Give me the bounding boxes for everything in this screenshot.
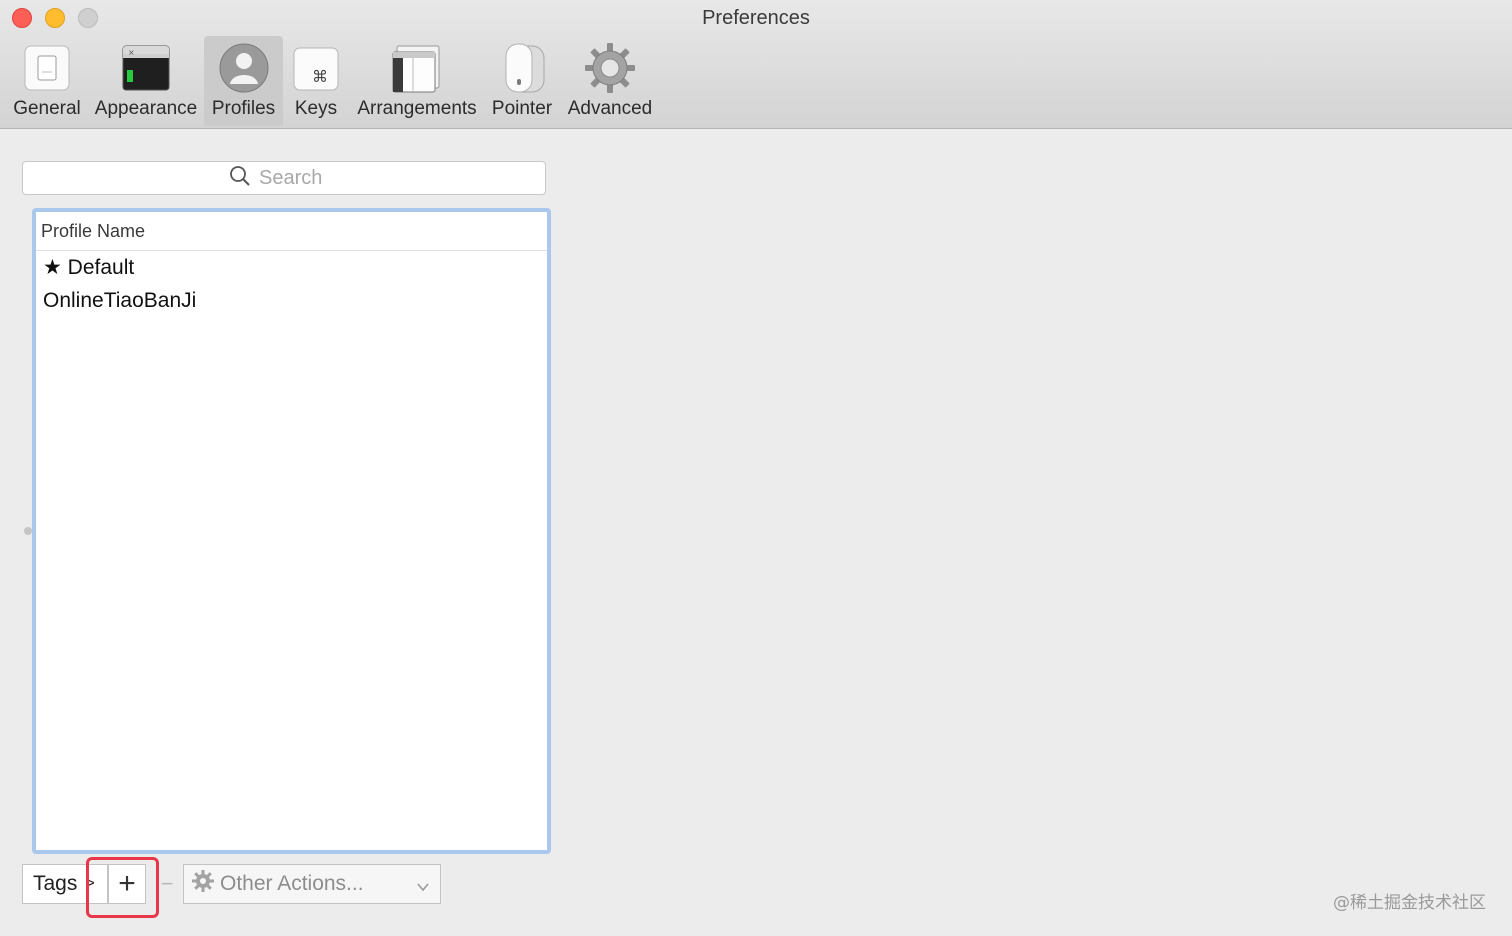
- toolbar-advanced-label: Advanced: [567, 98, 653, 119]
- column-header-profile-name[interactable]: Profile Name: [36, 212, 547, 251]
- titlebar-toolbar: Preferences General × Appearance Profile…: [0, 0, 1512, 129]
- pointer-icon: [496, 42, 548, 94]
- toolbar-appearance[interactable]: × Appearance: [92, 36, 200, 126]
- split-view-handle[interactable]: [24, 527, 32, 535]
- general-icon: [21, 42, 73, 94]
- other-actions-label: Other Actions...: [220, 872, 364, 895]
- profiles-icon: [218, 42, 270, 94]
- profile-search-field[interactable]: [22, 161, 546, 195]
- svg-text:⌘: ⌘: [312, 67, 328, 86]
- toolbar-keys-label: Keys: [294, 98, 338, 119]
- search-icon: [229, 165, 251, 192]
- toolbar-pointer[interactable]: Pointer: [487, 36, 557, 126]
- toolbar-pointer-label: Pointer: [491, 98, 553, 119]
- toolbar-profiles[interactable]: Profiles: [204, 36, 283, 126]
- profile-row-onlinetiaobanji[interactable]: OnlineTiaoBanJi: [36, 284, 547, 317]
- watermark: @稀土掘金技术社区: [1333, 893, 1486, 913]
- toolbar-profiles-label: Profiles: [211, 98, 276, 119]
- window-title: Preferences: [702, 7, 810, 29]
- tags-label: Tags: [33, 872, 78, 895]
- arrangements-icon: [391, 42, 443, 94]
- gear-icon: [192, 870, 214, 898]
- other-actions-dropdown[interactable]: Other Actions...: [183, 864, 441, 904]
- toolbar-arrangements[interactable]: Arrangements: [352, 36, 482, 126]
- toolbar-arrangements-label: Arrangements: [357, 98, 477, 119]
- tags-chevron-icon: >: [85, 875, 95, 892]
- search-input[interactable]: [259, 166, 339, 190]
- keys-icon: ⌘: [290, 42, 342, 94]
- add-profile-button[interactable]: +: [108, 864, 146, 904]
- toolbar-advanced[interactable]: Advanced: [562, 36, 658, 126]
- svg-text:×: ×: [128, 48, 135, 57]
- toolbar-keys[interactable]: ⌘ Keys: [287, 36, 345, 126]
- chevron-down-icon: [416, 876, 430, 900]
- profiles-table[interactable]: Profile Name ★ Default OnlineTiaoBanJi: [32, 208, 551, 854]
- appearance-icon: ×: [120, 42, 172, 94]
- tags-button[interactable]: Tags >: [22, 864, 108, 904]
- preferences-window: Preferences General × Appearance Profile…: [0, 0, 1512, 936]
- remove-profile-button[interactable]: −: [152, 864, 182, 904]
- advanced-icon: [584, 42, 636, 94]
- toolbar-appearance-label: Appearance: [94, 98, 198, 119]
- toolbar-general-label: General: [13, 98, 81, 119]
- toolbar-general[interactable]: General: [6, 36, 88, 126]
- profile-row-default[interactable]: ★ Default: [36, 251, 547, 284]
